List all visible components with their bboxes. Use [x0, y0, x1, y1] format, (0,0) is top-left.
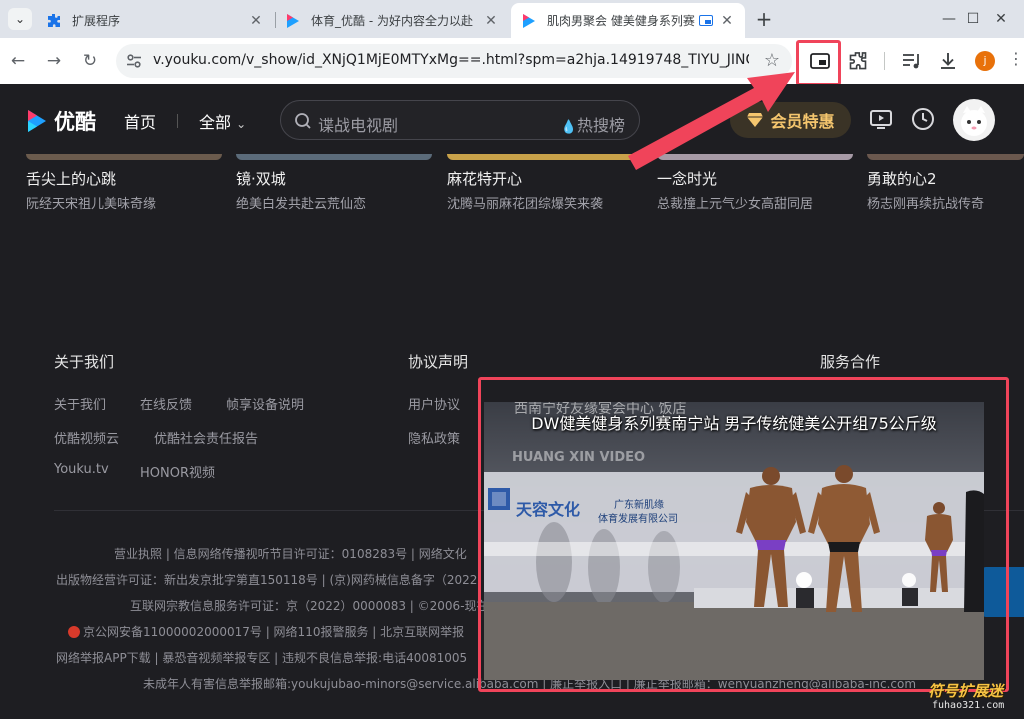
- site-watermark-url: fuhao321.com: [932, 700, 1005, 711]
- site-watermark: 符号扩展迷: [928, 682, 1004, 700]
- annotation-arrow: [628, 72, 795, 170]
